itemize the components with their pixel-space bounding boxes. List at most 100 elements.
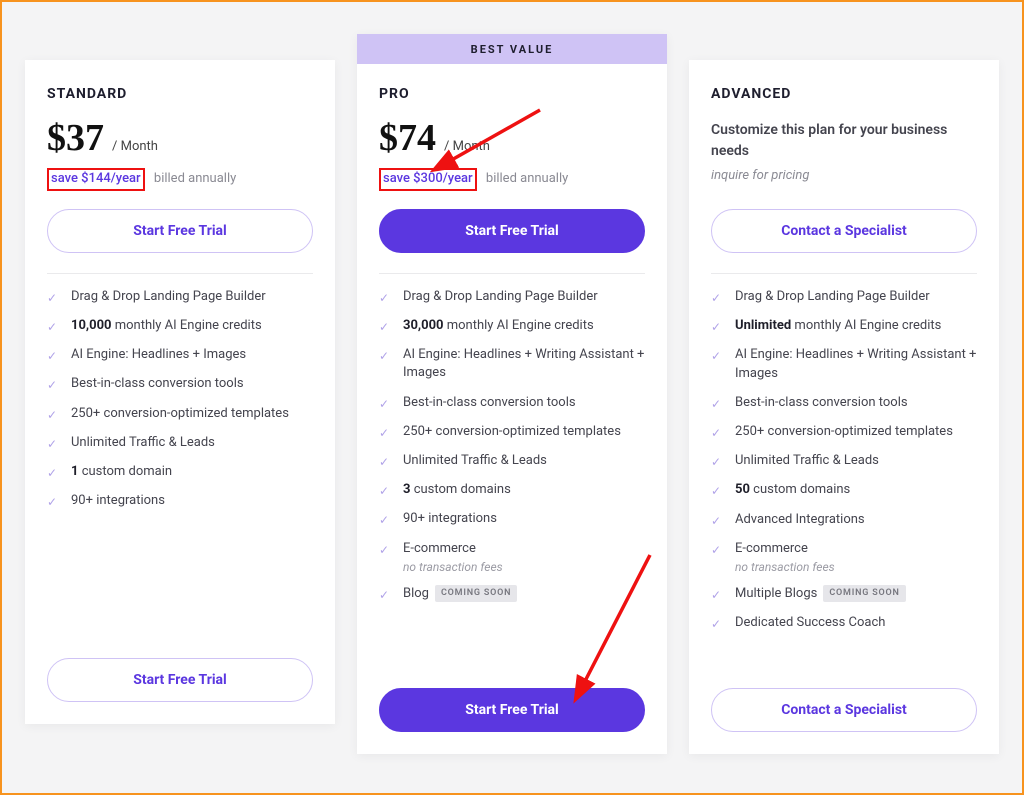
feature-text: Best-in-class conversion tools (403, 394, 645, 412)
feature-item: ✓E-commerceno transaction fees (379, 540, 645, 574)
contact-specialist-button-bottom[interactable]: Contact a Specialist (711, 688, 977, 732)
plan-per: / Month (112, 139, 158, 154)
feature-subtext: no transaction fees (735, 560, 977, 574)
divider (379, 273, 645, 274)
feature-item: ✓ Unlimited Traffic & Leads (379, 452, 645, 470)
feature-item: ✓ 50 custom domains (711, 481, 977, 499)
check-icon: ✓ (711, 394, 725, 412)
check-icon: ✓ (711, 423, 725, 441)
feature-item: ✓AI Engine: Headlines + Images (47, 346, 313, 364)
start-trial-button-bottom[interactable]: Start Free Trial (47, 658, 313, 702)
feature-text: Unlimited Traffic & Leads (403, 452, 645, 470)
feature-text: AI Engine: Headlines + Images (71, 346, 313, 364)
feature-text: 250+ conversion-optimized templates (735, 423, 977, 441)
divider (711, 273, 977, 274)
feature-text: Dedicated Success Coach (735, 614, 977, 632)
check-icon: ✓ (379, 288, 393, 306)
customize-text: Customize this plan for your business ne… (711, 120, 977, 162)
feature-item: ✓BlogCOMING SOON (379, 585, 645, 603)
price-row: $37 / Month (47, 116, 313, 160)
check-icon: ✓ (47, 434, 61, 452)
feature-subtext: no transaction fees (403, 560, 645, 574)
check-icon: ✓ (47, 492, 61, 510)
feature-text: 3 custom domains (403, 481, 645, 499)
contact-specialist-button[interactable]: Contact a Specialist (711, 209, 977, 253)
check-icon: ✓ (711, 614, 725, 632)
feature-text: 250+ conversion-optimized templates (403, 423, 645, 441)
feature-item: ✓ Drag & Drop Landing Page Builder (47, 288, 313, 306)
feature-text: 90+ integrations (71, 492, 313, 510)
feature-text: Best-in-class conversion tools (71, 375, 313, 393)
check-icon: ✓ (379, 481, 393, 499)
check-icon: ✓ (711, 317, 725, 335)
feature-item: ✓ Unlimited Traffic & Leads (711, 452, 977, 470)
divider (47, 273, 313, 274)
feature-item: ✓ 90+ integrations (47, 492, 313, 510)
check-icon: ✓ (379, 317, 393, 335)
check-icon: ✓ (47, 375, 61, 393)
feature-item: ✓AI Engine: Headlines + Writing Assistan… (711, 346, 977, 382)
feature-item: ✓ Drag & Drop Landing Page Builder (379, 288, 645, 306)
feature-text: Best-in-class conversion tools (735, 394, 977, 412)
check-icon: ✓ (711, 288, 725, 306)
plan-name: PRO (379, 86, 645, 102)
check-icon: ✓ (711, 540, 725, 558)
feature-text: AI Engine: Headlines + Writing Assistant… (735, 346, 977, 382)
check-icon: ✓ (47, 288, 61, 306)
feature-text: 50 custom domains (735, 481, 977, 499)
check-icon: ✓ (711, 511, 725, 529)
feature-item: ✓ Best-in-class conversion tools (47, 375, 313, 393)
plan-card-standard: STANDARD $37 / Month save $144/year bill… (25, 60, 335, 724)
feature-item: ✓Advanced Integrations (711, 511, 977, 529)
feature-item: ✓ 250+ conversion-optimized templates (711, 423, 977, 441)
price-row: $74 / Month (379, 116, 645, 160)
check-icon: ✓ (47, 405, 61, 423)
best-value-badge: BEST VALUE (357, 34, 667, 64)
check-icon: ✓ (379, 510, 393, 528)
plan-per: / Month (444, 139, 490, 154)
feature-item: ✓ 3 custom domains (379, 481, 645, 499)
feature-text: AI Engine: Headlines + Writing Assistant… (403, 346, 645, 382)
plan-price: $37 (47, 116, 104, 160)
start-trial-button[interactable]: Start Free Trial (379, 209, 645, 253)
feature-text: Drag & Drop Landing Page Builder (71, 288, 313, 306)
feature-item: ✓ Unlimited monthly AI Engine credits (711, 317, 977, 335)
feature-list: ✓ Drag & Drop Landing Page Builder ✓ 30,000… (379, 288, 645, 603)
feature-list: ✓Drag & Drop Landing Page Builder✓Unlimi… (711, 288, 977, 632)
feature-text: E-commerce (735, 540, 977, 558)
feature-text: Unlimited Traffic & Leads (735, 452, 977, 470)
plan-card-pro: BEST VALUE PRO $74 / Month save $300/yea… (357, 34, 667, 754)
feature-item: ✓1 custom domain (47, 463, 313, 481)
check-icon: ✓ (711, 452, 725, 470)
start-trial-button-bottom[interactable]: Start Free Trial (379, 688, 645, 732)
feature-text: Multiple BlogsCOMING SOON (735, 585, 977, 603)
plan-name: ADVANCED (711, 86, 977, 102)
save-amount: save $300/year (379, 168, 477, 191)
feature-text: Unlimited Traffic & Leads (71, 434, 313, 452)
feature-text: 1 custom domain (71, 463, 313, 481)
pricing-cards: STANDARD $37 / Month save $144/year bill… (0, 0, 1024, 778)
check-icon: ✓ (47, 317, 61, 335)
start-trial-button[interactable]: Start Free Trial (47, 209, 313, 253)
inquire-pricing: inquire for pricing (711, 168, 977, 183)
check-icon: ✓ (379, 585, 393, 603)
feature-item: ✓ AI Engine: Headlines + Writing Assistan… (379, 346, 645, 382)
feature-item: ✓ Best-in-class conversion tools (711, 394, 977, 412)
feature-text: Drag & Drop Landing Page Builder (403, 288, 645, 306)
check-icon: ✓ (379, 346, 393, 364)
plan-price: $74 (379, 116, 436, 160)
feature-text: E-commerce (403, 540, 645, 558)
feature-item: ✓ 30,000 monthly AI Engine credits (379, 317, 645, 335)
check-icon: ✓ (379, 394, 393, 412)
check-icon: ✓ (711, 585, 725, 603)
feature-text: 10,000 monthly AI Engine credits (71, 317, 313, 335)
feature-text: 90+ integrations (403, 510, 645, 528)
feature-item: ✓ Dedicated Success Coach (711, 614, 977, 632)
feature-text: 30,000 monthly AI Engine credits (403, 317, 645, 335)
check-icon: ✓ (379, 452, 393, 470)
coming-soon-badge: COMING SOON (823, 585, 905, 602)
save-amount: save $144/year (47, 168, 145, 191)
feature-text: 250+ conversion-optimized templates (71, 405, 313, 423)
feature-text: Unlimited monthly AI Engine credits (735, 317, 977, 335)
check-icon: ✓ (711, 481, 725, 499)
